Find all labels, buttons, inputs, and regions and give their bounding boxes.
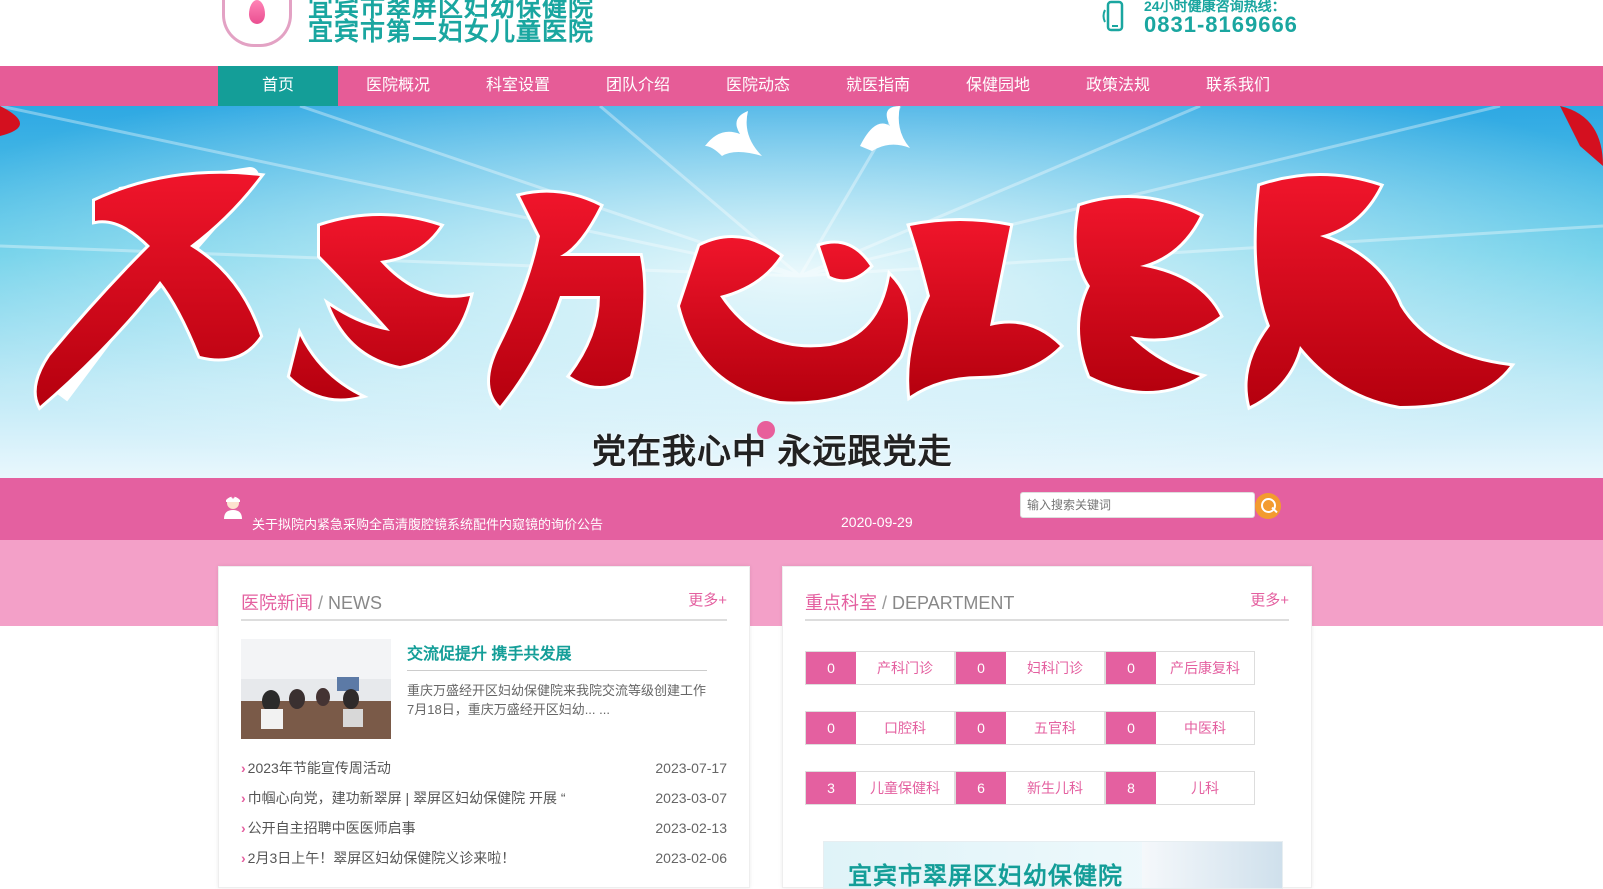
chevron-right-icon: › [241, 790, 246, 806]
nav-item-7[interactable]: 政策法规 [1058, 66, 1178, 106]
nav-item-5[interactable]: 就医指南 [818, 66, 938, 106]
department-name[interactable]: 新生儿科 [1006, 772, 1104, 804]
nav-list: 首页 医院概况 科室设置 团队介绍 医院动态 就医指南 保健园地 政策法规 联系我们 [218, 66, 1298, 106]
department-name[interactable]: 儿童保健科 [856, 772, 954, 804]
department-row: 3 儿童保健科 6 新生儿科 8 儿科 [805, 771, 1255, 805]
department-count: 3 [806, 772, 856, 804]
news-more-link[interactable]: 更多+ [688, 589, 727, 610]
department-grid: 0 产科门诊 0 妇科门诊 0 产后康复科 0 口腔科 0 五官科 0 中医科 3 儿童保健科 6 新生儿科 8… [805, 651, 1255, 831]
department-more-link[interactable]: 更多+ [1250, 589, 1289, 610]
hero-banner[interactable]: 党在我心中 永远跟党走 [0, 106, 1603, 478]
news-list-item[interactable]: › 2月3日上午！翠屏区妇幼保健院义诊来啦！ 2023-02-06 [241, 847, 727, 877]
department-panel-title: 重点科室 / DEPARTMENT [805, 589, 1014, 615]
department-panel-header: 重点科室 / DEPARTMENT 更多+ [805, 589, 1289, 621]
department-title-cn: 重点科室 [805, 593, 877, 613]
nav-item-6[interactable]: 保健园地 [938, 66, 1058, 106]
department-item[interactable]: 8 儿科 [1105, 771, 1255, 805]
site-logo[interactable]: 宜宾市翠屏区妇幼保健院 宜宾市第二妇女儿童医院 [222, 0, 622, 54]
hotline-number[interactable]: 0831-8169666 [1144, 12, 1298, 38]
department-item[interactable]: 3 儿童保健科 [805, 771, 955, 805]
banner-slide-indicator[interactable] [757, 421, 775, 439]
department-name[interactable]: 妇科门诊 [1006, 652, 1104, 684]
department-item[interactable]: 0 中医科 [1105, 711, 1255, 745]
news-list-item[interactable]: › 巾帼心向党，建功新翠屏 | 翠屏区妇幼保健院 开展 “ 2023-03-07 [241, 787, 727, 817]
featured-news-divider [407, 670, 707, 671]
nav-item-1[interactable]: 医院概况 [338, 66, 458, 106]
hospital-emblem-icon [222, 0, 292, 47]
nav-item-0[interactable]: 首页 [218, 66, 338, 106]
department-row: 0 产科门诊 0 妇科门诊 0 产后康复科 [805, 651, 1255, 685]
featured-news-image[interactable] [241, 639, 391, 739]
department-item[interactable]: 0 产科门诊 [805, 651, 955, 685]
hotline: 24小时健康咨询热线： 0831-8169666 [1102, 0, 1342, 46]
chevron-right-icon: › [241, 820, 246, 836]
notice-link[interactable]: 关于拟院内紧急采购全高清腹腔镜系统配件内窥镜的询价公告 [252, 514, 603, 533]
department-banner-image [1142, 842, 1282, 888]
nav-item-4[interactable]: 医院动态 [698, 66, 818, 106]
department-row: 0 口腔科 0 五官科 0 中医科 [805, 711, 1255, 745]
news-item-title[interactable]: 巾帼心向党，建功新翠屏 | 翠屏区妇幼保健院 开展 “ [248, 790, 566, 806]
department-count: 6 [956, 772, 1006, 804]
news-list: › 2023年节能宣传周活动 2023-07-17 › 巾帼心向党，建功新翠屏 | 翠屏… [241, 757, 727, 877]
department-name[interactable]: 中医科 [1156, 712, 1254, 744]
nav-item-2[interactable]: 科室设置 [458, 66, 578, 106]
department-name[interactable]: 口腔科 [856, 712, 954, 744]
news-title-en: NEWS [328, 593, 383, 613]
news-item-date: 2023-02-06 [655, 850, 727, 866]
news-item-date: 2023-02-13 [655, 820, 727, 836]
department-item[interactable]: 0 妇科门诊 [955, 651, 1105, 685]
department-title-separator: / [882, 593, 888, 613]
chevron-right-icon: › [241, 760, 246, 776]
department-count: 0 [1106, 652, 1156, 684]
department-name[interactable]: 五官科 [1006, 712, 1104, 744]
department-panel: 重点科室 / DEPARTMENT 更多+ 0 产科门诊 0 妇科门诊 0 产后康复科 0 口… [782, 566, 1312, 889]
news-item-title[interactable]: 公开自主招聘中医医师启事 [248, 820, 416, 836]
department-item[interactable]: 0 五官科 [955, 711, 1105, 745]
nav-item-3[interactable]: 团队介绍 [578, 66, 698, 106]
department-title-en: DEPARTMENT [892, 593, 1015, 613]
notice-date: 2020-09-29 [841, 514, 913, 530]
department-item[interactable]: 0 口腔科 [805, 711, 955, 745]
department-count: 0 [956, 652, 1006, 684]
featured-news-title[interactable]: 交流促提升 携手共发展 [407, 640, 571, 664]
news-item-date: 2023-03-07 [655, 790, 727, 806]
department-name[interactable]: 产后康复科 [1156, 652, 1254, 684]
nurse-icon [224, 495, 242, 519]
search-box [1020, 492, 1282, 520]
site-header: 宜宾市翠屏区妇幼保健院 宜宾市第二妇女儿童医院 24小时健康咨询热线： 0831… [0, 0, 1603, 66]
news-title-separator: / [318, 593, 324, 613]
nav-item-8[interactable]: 联系我们 [1178, 66, 1298, 106]
main-nav: 首页 医院概况 科室设置 团队介绍 医院动态 就医指南 保健园地 政策法规 联系我们 [0, 66, 1603, 106]
department-count: 0 [956, 712, 1006, 744]
department-item[interactable]: 6 新生儿科 [955, 771, 1105, 805]
department-banner[interactable]: 宜宾市翠屏区妇幼保健院 [823, 841, 1283, 889]
news-item-date: 2023-07-17 [655, 760, 727, 776]
chevron-right-icon: › [241, 850, 246, 866]
phone-icon [1102, 0, 1124, 32]
news-title-cn: 医院新闻 [241, 593, 313, 613]
banner-artwork [0, 106, 1603, 478]
notice-bar: 关于拟院内紧急采购全高清腹腔镜系统配件内窥镜的询价公告 2020-09-29 [0, 478, 1603, 540]
department-count: 0 [1106, 712, 1156, 744]
department-count: 0 [806, 712, 856, 744]
department-name[interactable]: 儿科 [1156, 772, 1254, 804]
department-count: 8 [1106, 772, 1156, 804]
search-input[interactable] [1020, 492, 1255, 518]
news-item-title[interactable]: 2023年节能宣传周活动 [248, 760, 391, 776]
department-item[interactable]: 0 产后康复科 [1105, 651, 1255, 685]
logo-name-line2: 宜宾市第二妇女儿童医院 [308, 18, 595, 46]
news-panel: 医院新闻 / NEWS 更多+ 交流促提升 携手共发展 重庆万盛经开区妇幼保健院… [218, 566, 750, 888]
featured-news-summary: 重庆万盛经开区妇幼保健院来我院交流等级创建工作7月18日，重庆万盛经开区妇幼..… [407, 683, 707, 717]
news-panel-title: 医院新闻 / NEWS [241, 589, 382, 615]
search-button[interactable] [1255, 493, 1281, 519]
news-item-title[interactable]: 2月3日上午！翠屏区妇幼保健院义诊来啦！ [248, 850, 516, 866]
department-count: 0 [806, 652, 856, 684]
department-banner-text: 宜宾市翠屏区妇幼保健院 [848, 863, 1123, 889]
news-panel-header: 医院新闻 / NEWS 更多+ [241, 589, 727, 621]
news-list-item[interactable]: › 公开自主招聘中医医师启事 2023-02-13 [241, 817, 727, 847]
news-list-item[interactable]: › 2023年节能宣传周活动 2023-07-17 [241, 757, 727, 787]
department-name[interactable]: 产科门诊 [856, 652, 954, 684]
